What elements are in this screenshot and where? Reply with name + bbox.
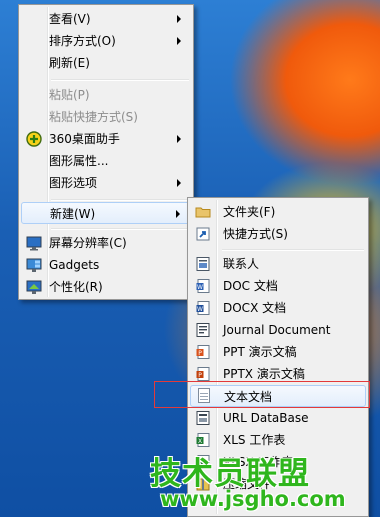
menu-item-label: 粘贴(P)	[49, 88, 90, 102]
menu-item-screen-resolution[interactable]: 屏幕分辨率(C)	[21, 232, 191, 254]
menu-item-label: 粘贴快捷方式(S)	[49, 110, 138, 124]
menu-item-label: Gadgets	[49, 258, 100, 272]
submenu-item-ppt[interactable]: P PPT 演示文稿	[190, 341, 366, 363]
menu-item-paste-shortcut[interactable]: 粘贴快捷方式(S)	[21, 106, 191, 128]
menu-item-label: 刷新(E)	[49, 56, 90, 70]
submenu-item-label: 联系人	[223, 257, 260, 271]
ppt-icon: P	[195, 344, 211, 360]
submenu-item-label: XLS 工作表	[223, 433, 286, 447]
menu-item-new[interactable]: 新建(W)	[21, 202, 191, 224]
watermark-url: www.jsgho.com	[160, 487, 346, 511]
xls-icon: X	[195, 432, 211, 448]
submenu-item-journal[interactable]: Journal Document	[190, 319, 366, 341]
menu-item-sort-by[interactable]: 排序方式(O)	[21, 30, 191, 52]
svg-text:W: W	[197, 284, 203, 291]
submenu-item-docx[interactable]: W DOCX 文档	[190, 297, 366, 319]
submenu-item-label: URL DataBase	[223, 411, 309, 425]
submenu-item-doc[interactable]: W DOC 文档	[190, 275, 366, 297]
submenu-item-label: PPTX 演示文稿	[223, 367, 305, 381]
svg-text:W: W	[197, 306, 203, 313]
menu-separator	[51, 199, 189, 201]
menu-item-label: 360桌面助手	[49, 132, 120, 146]
personalize-icon	[26, 279, 42, 295]
submenu-arrow-icon	[177, 179, 181, 187]
menu-item-refresh[interactable]: 刷新(E)	[21, 52, 191, 74]
menu-item-label: 查看(V)	[49, 12, 91, 26]
highlight-callout-box	[154, 381, 370, 408]
menu-item-label: 个性化(R)	[49, 280, 103, 294]
menu-item-label: 排序方式(O)	[49, 34, 116, 48]
pptx-icon: P	[195, 366, 211, 382]
submenu-item-folder[interactable]: 文件夹(F)	[190, 201, 366, 223]
svg-text:P: P	[198, 372, 202, 379]
menu-item-paste[interactable]: 粘贴(P)	[21, 84, 191, 106]
menu-item-label: 新建(W)	[50, 207, 96, 221]
journal-icon	[195, 322, 211, 338]
submenu-arrow-icon	[177, 135, 181, 143]
url-database-icon	[195, 410, 211, 426]
svg-text:P: P	[198, 350, 202, 357]
360-assistant-icon	[26, 131, 42, 147]
monitor-icon	[26, 235, 42, 251]
menu-item-view[interactable]: 查看(V)	[21, 8, 191, 30]
menu-separator	[222, 249, 364, 251]
menu-item-label: 屏幕分辨率(C)	[49, 236, 127, 250]
menu-separator	[51, 228, 189, 230]
menu-item-personalize[interactable]: 个性化(R)	[21, 276, 191, 298]
submenu-item-label: Journal Document	[223, 323, 331, 337]
menu-item-gadgets[interactable]: Gadgets	[21, 254, 191, 276]
svg-text:X: X	[198, 438, 202, 445]
contact-icon	[195, 256, 211, 272]
submenu-item-label: PPT 演示文稿	[223, 345, 297, 359]
submenu-item-label: 文件夹(F)	[223, 205, 276, 219]
submenu-item-label: 快捷方式(S)	[223, 227, 288, 241]
menu-item-360-assistant[interactable]: 360桌面助手	[21, 128, 191, 150]
gadgets-icon	[26, 257, 42, 273]
submenu-item-shortcut[interactable]: 快捷方式(S)	[190, 223, 366, 245]
desktop-context-menu: 查看(V) 排序方式(O) 刷新(E) 粘贴(P) 粘贴快捷方式(S) 360桌…	[18, 4, 194, 300]
menu-item-label: 图形属性...	[49, 154, 109, 168]
shortcut-icon	[195, 226, 211, 242]
submenu-item-url-database[interactable]: URL DataBase	[190, 407, 366, 429]
doc-icon: W	[195, 278, 211, 294]
folder-icon	[195, 204, 211, 220]
menu-separator	[51, 79, 189, 81]
docx-icon: W	[195, 300, 211, 316]
submenu-item-contact[interactable]: 联系人	[190, 253, 366, 275]
submenu-arrow-icon	[177, 15, 181, 23]
submenu-arrow-icon	[176, 210, 180, 218]
menu-item-graphics-properties[interactable]: 图形属性...	[21, 150, 191, 172]
submenu-item-label: DOC 文档	[223, 279, 278, 293]
menu-item-label: 图形选项	[49, 176, 98, 190]
menu-item-graphics-options[interactable]: 图形选项	[21, 172, 191, 194]
submenu-item-label: DOCX 文档	[223, 301, 287, 315]
submenu-arrow-icon	[177, 37, 181, 45]
